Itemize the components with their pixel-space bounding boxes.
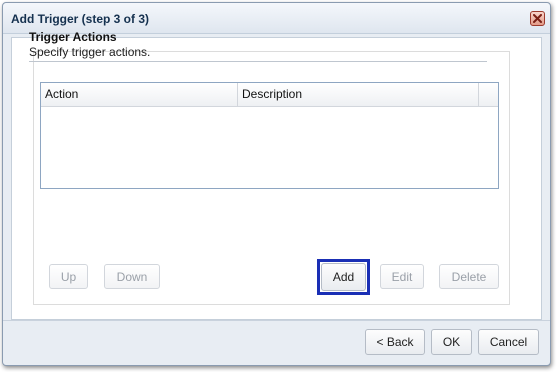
footer-divider (3, 320, 550, 321)
dialog-title: Add Trigger (step 3 of 3) (11, 12, 150, 26)
section-title: Trigger Actions (29, 30, 117, 44)
delete-button[interactable]: Delete (439, 264, 499, 289)
close-button[interactable] (530, 11, 545, 26)
back-button[interactable]: < Back (365, 329, 425, 355)
cancel-button[interactable]: Cancel (478, 329, 539, 355)
grid-header: Action Description (41, 83, 498, 107)
edit-button[interactable]: Edit (380, 264, 424, 289)
close-icon (533, 14, 542, 23)
down-button[interactable]: Down (104, 264, 160, 289)
section-divider (29, 61, 487, 62)
ok-button[interactable]: OK (431, 329, 472, 355)
column-header-filler (479, 83, 498, 106)
up-button[interactable]: Up (49, 264, 88, 289)
column-header-action[interactable]: Action (41, 83, 238, 106)
actions-grid[interactable]: Action Description (40, 82, 499, 189)
column-header-description[interactable]: Description (238, 83, 479, 106)
section-subtitle: Specify trigger actions. (29, 45, 151, 59)
add-button[interactable]: Add (321, 263, 366, 291)
